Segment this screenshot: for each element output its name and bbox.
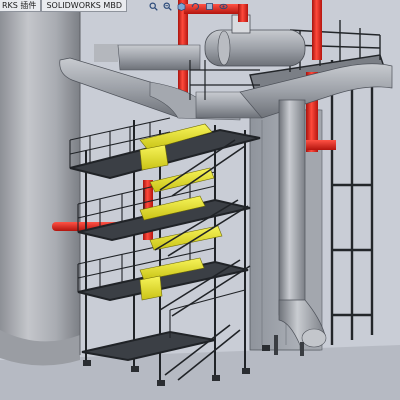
hide-show-icon[interactable] [218,1,229,12]
view-orientation-icon[interactable] [176,1,187,12]
storage-tank [0,0,81,366]
rotate-icon[interactable] [190,1,201,12]
search-icon[interactable] [148,1,159,12]
zoom-icon[interactable] [162,1,173,12]
command-manager-tabs: RKS 插件 SOLIDWORKS MBD [0,0,127,12]
tab-rks-plugin[interactable]: RKS 插件 [0,0,42,12]
display-style-icon[interactable] [204,1,215,12]
heads-up-view-toolbar [148,1,229,13]
tab-solidworks-mbd[interactable]: SOLIDWORKS MBD [41,0,127,12]
graphics-viewport[interactable] [0,0,400,400]
